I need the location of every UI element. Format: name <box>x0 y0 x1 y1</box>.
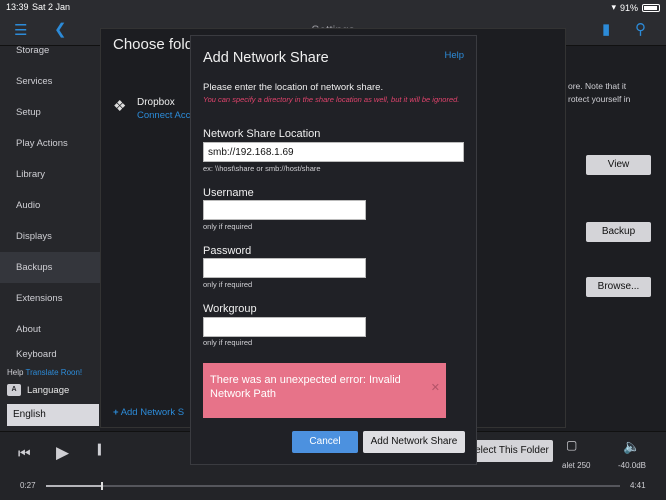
sidebar-item-play-actions[interactable]: Play Actions <box>0 128 100 159</box>
language-label: Language <box>27 384 70 396</box>
sidebar-item-backups[interactable]: Backups <box>0 252 100 283</box>
dialog-hint: You can specify a directory in the share… <box>203 95 460 104</box>
password-input[interactable] <box>203 258 366 278</box>
sidebar: Storage Services Setup Play Actions Libr… <box>0 46 100 431</box>
status-date: Sat 2 Jan <box>32 2 71 12</box>
status-bar: 13:39 Sat 2 Jan ▾ 91% <box>0 0 666 14</box>
previous-track-icon[interactable]: ⏮ <box>18 445 31 462</box>
sidebar-item-about[interactable]: About <box>0 314 100 345</box>
dialog-intro: Please enter the location of network sha… <box>203 82 384 93</box>
add-network-share-label: Add Network S <box>120 407 185 418</box>
select-this-folder-button[interactable]: elect This Folder <box>471 440 553 462</box>
plus-icon: + <box>113 407 119 418</box>
zone-speaker-icon[interactable]: ▢ <box>566 438 577 452</box>
dropbox-name: Dropbox <box>137 97 175 108</box>
timeline-knob[interactable] <box>101 482 104 490</box>
sidebar-item-displays[interactable]: Displays <box>0 221 100 252</box>
password-note: only if required <box>203 280 253 289</box>
help-line: Help Translate Roon! <box>7 368 82 377</box>
battery-icon <box>642 3 660 12</box>
status-right: ▾ 91% <box>611 2 660 13</box>
add-network-share-link[interactable]: + Add Network S <box>113 407 184 418</box>
add-network-share-dialog: Add Network Share Help Please enter the … <box>190 35 477 465</box>
zone-name[interactable]: alet 250 <box>562 461 590 470</box>
backup-description-line1: ore. Note that it <box>568 81 627 91</box>
volume-level: -40.0dB <box>618 461 647 470</box>
close-icon[interactable]: ✕ <box>431 381 440 395</box>
browse-button[interactable]: Browse... <box>586 277 651 297</box>
bookmark-icon[interactable]: ▮ <box>602 20 610 38</box>
network-share-location-input[interactable] <box>203 142 464 162</box>
sidebar-item-setup[interactable]: Setup <box>0 97 100 128</box>
cancel-button[interactable]: Cancel <box>292 431 358 453</box>
dialog-title: Add Network Share <box>203 50 329 66</box>
volume-icon[interactable]: 🔈 <box>623 438 640 455</box>
sidebar-item-audio[interactable]: Audio <box>0 190 100 221</box>
workgroup-label: Workgroup <box>203 303 257 315</box>
workgroup-note: only if required <box>203 338 253 347</box>
error-message: There was an unexpected error: Invalid N… <box>210 374 401 400</box>
location-label: Network Share Location <box>203 128 321 140</box>
location-example: ex: \\host\share or smb://host/share <box>203 164 321 173</box>
sidebar-item-services[interactable]: Services <box>0 66 100 97</box>
battery-percent: 91% <box>619 2 638 13</box>
password-label: Password <box>203 245 252 257</box>
translate-link[interactable]: Translate Roon! <box>26 368 83 377</box>
help-prefix: Help <box>7 368 24 377</box>
language-row: A Language <box>7 384 69 396</box>
wifi-icon: ▾ <box>611 2 616 12</box>
backup-button[interactable]: Backup <box>586 222 651 242</box>
username-label: Username <box>203 187 254 199</box>
sidebar-item-library[interactable]: Library <box>0 159 100 190</box>
sidebar-item-extensions[interactable]: Extensions <box>0 283 100 314</box>
error-banner: There was an unexpected error: Invalid N… <box>203 363 446 418</box>
status-time: 13:39 <box>6 2 29 12</box>
username-input[interactable] <box>203 200 366 220</box>
add-network-share-button[interactable]: Add Network Share <box>363 431 465 453</box>
dialog-help-link[interactable]: Help <box>444 50 464 61</box>
search-icon[interactable]: ⚲ <box>635 20 646 38</box>
timeline-track[interactable] <box>46 482 620 490</box>
language-icon: A <box>7 384 21 396</box>
elapsed-time: 0:27 <box>20 481 36 490</box>
timeline-fill <box>46 485 102 487</box>
language-select[interactable]: English <box>7 404 99 426</box>
view-button[interactable]: View <box>586 155 651 175</box>
sidebar-item-keyboard[interactable]: Keyboard <box>0 345 100 365</box>
dropbox-icon: ❖ <box>113 98 127 115</box>
dropbox-connect-link[interactable]: Connect Acco <box>137 110 196 121</box>
play-icon[interactable]: ▶ <box>56 443 69 463</box>
username-note: only if required <box>203 222 253 231</box>
workgroup-input[interactable] <box>203 317 366 337</box>
total-time: 4:41 <box>630 481 646 490</box>
sidebar-item-storage[interactable]: Storage <box>0 46 100 66</box>
backup-description-line2: rotect yourself in <box>568 94 631 104</box>
next-track-icon[interactable]: ▍ <box>98 445 106 456</box>
choose-folder-title: Choose fold <box>113 36 194 53</box>
